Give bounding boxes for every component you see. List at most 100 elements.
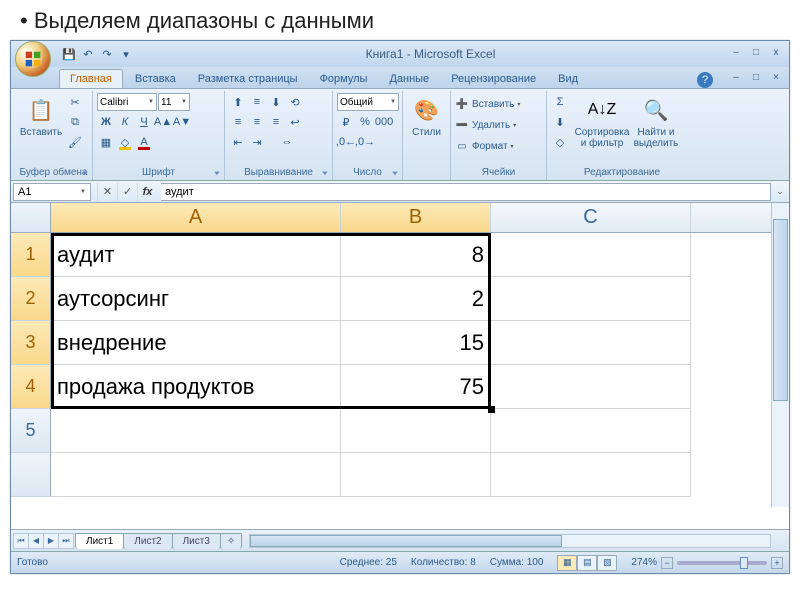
cell-c5[interactable] <box>491 409 691 453</box>
qat-more-icon[interactable]: ▾ <box>118 46 134 62</box>
row-header-4[interactable]: 4 <box>11 365 51 409</box>
next-sheet-icon[interactable]: ▶ <box>43 533 59 549</box>
accept-formula-icon[interactable]: ✓ <box>117 183 137 201</box>
zoom-level[interactable]: 274% <box>631 557 657 568</box>
wrap-text-icon[interactable]: ↩ <box>286 113 304 131</box>
cell-a1[interactable]: аудит <box>51 233 341 277</box>
comma-icon[interactable]: 000 <box>375 113 393 131</box>
fx-icon[interactable]: fx <box>137 183 157 201</box>
cell-b1[interactable]: 8 <box>341 233 491 277</box>
cell-c1[interactable] <box>491 233 691 277</box>
format-cells-button[interactable]: ▭Формат▾ <box>455 137 514 155</box>
insert-cells-button[interactable]: ➕Вставить▾ <box>455 95 520 113</box>
align-center-icon[interactable]: ≡ <box>248 113 266 131</box>
row-header-3[interactable]: 3 <box>11 321 51 365</box>
zoom-in-icon[interactable]: + <box>771 557 783 569</box>
cancel-formula-icon[interactable]: ✕ <box>97 183 117 201</box>
prev-sheet-icon[interactable]: ◀ <box>28 533 44 549</box>
format-painter-icon[interactable]: 🖌 <box>66 133 84 151</box>
sheet-tab-3[interactable]: Лист3 <box>172 533 221 549</box>
merge-icon[interactable]: ⇔ <box>267 133 307 151</box>
cell-c3[interactable] <box>491 321 691 365</box>
cell-c2[interactable] <box>491 277 691 321</box>
first-sheet-icon[interactable]: ⏮ <box>13 533 29 549</box>
tab-page-layout[interactable]: Разметка страницы <box>188 70 308 88</box>
cell-a3[interactable]: внедрение <box>51 321 341 365</box>
name-box[interactable]: A1▼ <box>13 183 91 201</box>
copy-icon[interactable]: ⧉ <box>66 113 84 131</box>
close-button[interactable]: x <box>767 47 785 61</box>
row-header-1[interactable]: 1 <box>11 233 51 277</box>
cell-a4[interactable]: продажа продуктов <box>51 365 341 409</box>
increase-indent-icon[interactable]: ⇥ <box>248 133 266 151</box>
italic-button[interactable]: К <box>116 113 134 131</box>
number-format-select[interactable]: Общий▼ <box>337 93 399 111</box>
new-sheet-icon[interactable]: ✧ <box>220 533 242 549</box>
cell-a2[interactable]: аутсорсинг <box>51 277 341 321</box>
increase-decimal-icon[interactable]: ,0← <box>337 133 355 151</box>
tab-review[interactable]: Рецензирование <box>441 70 546 88</box>
font-name-select[interactable]: Calibri▼ <box>97 93 157 111</box>
fill-handle[interactable] <box>488 406 495 413</box>
sheet-tab-1[interactable]: Лист1 <box>75 533 124 549</box>
tab-data[interactable]: Данные <box>379 70 439 88</box>
zoom-out-icon[interactable]: − <box>661 557 673 569</box>
minimize-button[interactable]: – <box>727 47 745 61</box>
fill-color-icon[interactable]: ◇ <box>116 133 134 151</box>
decrease-decimal-icon[interactable]: ,0→ <box>356 133 374 151</box>
bold-button[interactable]: Ж <box>97 113 115 131</box>
grid[interactable]: 1 аудит 8 2 аутсорсинг 2 3 внедрение 15 … <box>11 233 789 529</box>
row-header-5[interactable]: 5 <box>11 409 51 453</box>
autosum-icon[interactable]: Σ <box>551 93 569 111</box>
worksheet[interactable]: A B C 1 аудит 8 2 аутсорсинг 2 3 внедрен… <box>11 203 789 529</box>
paste-button[interactable]: 📋 Вставить <box>19 93 63 140</box>
font-color-icon[interactable]: A <box>135 133 153 151</box>
doc-maximize-button[interactable]: □ <box>747 72 765 86</box>
align-right-icon[interactable]: ≡ <box>267 113 285 131</box>
cell-b4[interactable]: 75 <box>341 365 491 409</box>
zoom-slider[interactable] <box>677 561 767 565</box>
sort-filter-button[interactable]: A↓Z Сортировка и фильтр <box>576 93 628 151</box>
border-icon[interactable]: ▦ <box>97 133 115 151</box>
align-bottom-icon[interactable]: ⬇ <box>267 93 285 111</box>
sheet-tab-2[interactable]: Лист2 <box>123 533 172 549</box>
office-button[interactable] <box>15 41 51 77</box>
cell-a5[interactable] <box>51 409 341 453</box>
maximize-button[interactable]: □ <box>747 47 765 61</box>
tab-formulas[interactable]: Формулы <box>310 70 378 88</box>
horizontal-scrollbar[interactable] <box>249 534 771 548</box>
undo-icon[interactable]: ↶ <box>80 46 96 62</box>
tab-insert[interactable]: Вставка <box>125 70 186 88</box>
view-page-layout-icon[interactable]: ▤ <box>577 555 597 571</box>
orientation-icon[interactable]: ⟲ <box>286 93 304 111</box>
cut-icon[interactable]: ✂ <box>66 93 84 111</box>
help-icon[interactable]: ? <box>697 72 713 88</box>
formula-input[interactable]: аудит <box>161 183 771 201</box>
vertical-scrollbar[interactable] <box>771 203 789 507</box>
find-select-button[interactable]: 🔍 Найти и выделить <box>631 93 681 151</box>
column-header-a[interactable]: A <box>51 203 341 232</box>
styles-button[interactable]: 🎨 Стили <box>407 93 446 140</box>
save-icon[interactable]: 💾 <box>61 46 77 62</box>
column-header-b[interactable]: B <box>341 203 491 232</box>
percent-icon[interactable]: % <box>356 113 374 131</box>
column-header-c[interactable]: C <box>491 203 691 232</box>
select-all-corner[interactable] <box>11 203 51 232</box>
cell-c4[interactable] <box>491 365 691 409</box>
increase-font-icon[interactable]: A▲ <box>154 113 172 131</box>
doc-minimize-button[interactable]: – <box>727 72 745 86</box>
expand-formula-bar-icon[interactable]: ⌄ <box>771 186 789 197</box>
decrease-font-icon[interactable]: A▼ <box>173 113 191 131</box>
row-header-2[interactable]: 2 <box>11 277 51 321</box>
align-middle-icon[interactable]: ≡ <box>248 93 266 111</box>
fill-icon[interactable]: ⬇ <box>551 113 569 131</box>
last-sheet-icon[interactable]: ⏭ <box>58 533 74 549</box>
tab-home[interactable]: Главная <box>59 69 123 88</box>
cell-b3[interactable]: 15 <box>341 321 491 365</box>
doc-close-button[interactable]: × <box>767 72 785 86</box>
align-top-icon[interactable]: ⬆ <box>229 93 247 111</box>
view-normal-icon[interactable]: ▦ <box>557 555 577 571</box>
font-size-select[interactable]: 11▼ <box>158 93 190 111</box>
cell-b2[interactable]: 2 <box>341 277 491 321</box>
align-left-icon[interactable]: ≡ <box>229 113 247 131</box>
